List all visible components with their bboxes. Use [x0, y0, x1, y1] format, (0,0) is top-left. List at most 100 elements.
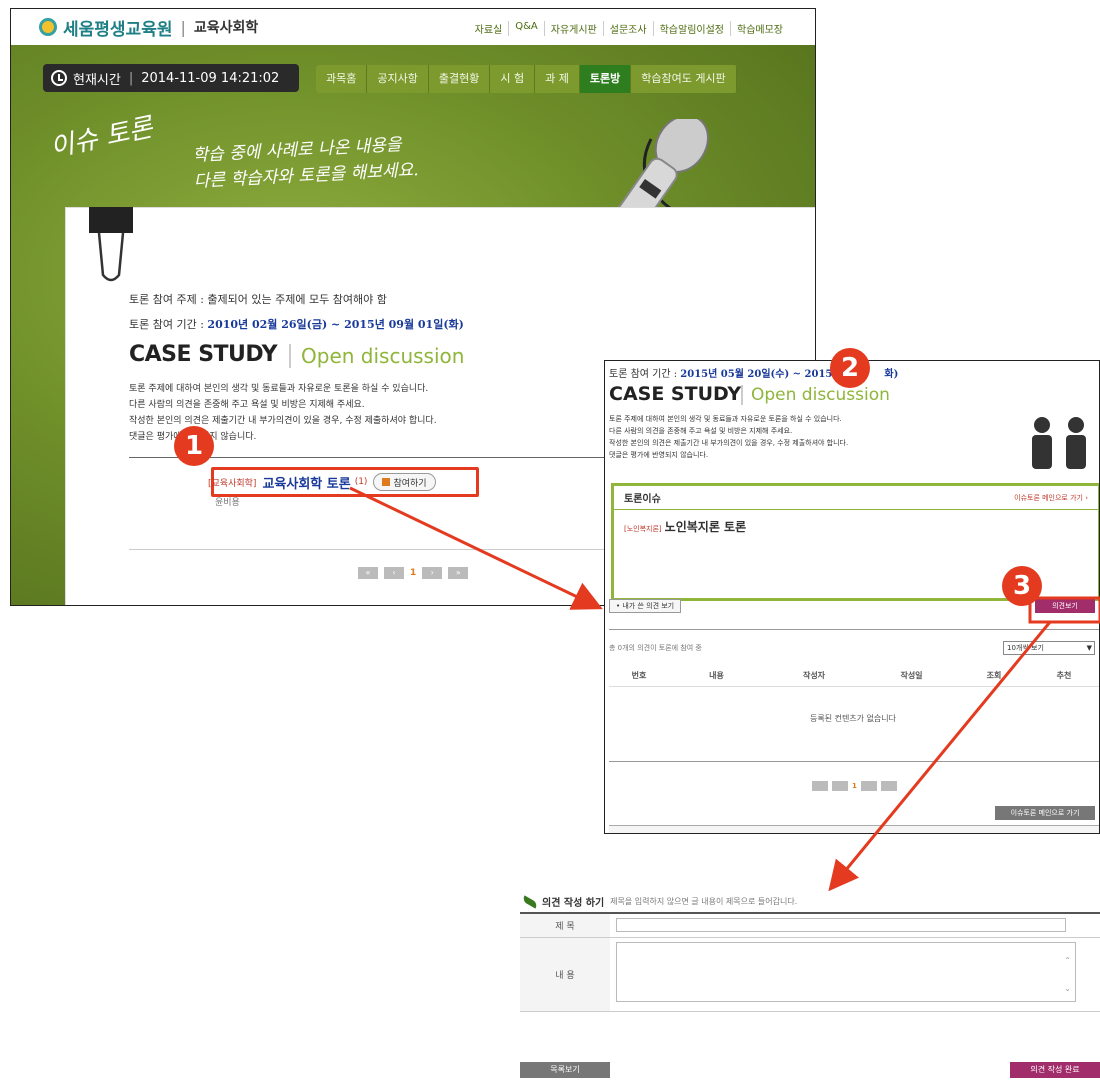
opinion-view-button[interactable]: 의견보기: [1035, 599, 1095, 613]
brand-separator: |: [180, 17, 186, 37]
top-link-survey[interactable]: 설문조사: [602, 21, 653, 36]
current-time-display: 현재시간 | 2014-11-09 14:21:02: [43, 64, 299, 92]
topic-author: 윤비용: [215, 498, 240, 508]
issue-box-header: 토론이슈 이슈토론 메인으로 가기 ›: [614, 486, 1098, 510]
to-issue-main-button[interactable]: 이슈토론 메인으로 가기: [995, 806, 1095, 820]
page-next-button[interactable]: ›: [422, 567, 443, 579]
page-number[interactable]: 1: [852, 782, 857, 790]
page-first-button[interactable]: [812, 781, 828, 791]
nav-participation-board[interactable]: 학습참여도 게시판: [631, 65, 737, 93]
guideline-line: 토론 주제에 대하여 본인의 생각 및 동료들과 자유로운 토론을 하실 수 있…: [129, 384, 429, 394]
case-study-subtitle: Open discussion: [741, 385, 890, 405]
issue-item[interactable]: [노인복지론] 노인복지론 토론: [624, 518, 1088, 535]
period-tail: 화): [884, 369, 899, 380]
period-label: 토론 참여 기간 :: [609, 369, 681, 380]
subject-row: 제 목: [520, 914, 1100, 938]
nav-course-home[interactable]: 과목홈: [316, 65, 368, 93]
col-recommend: 추천: [1056, 671, 1072, 680]
subject-label: 제 목: [520, 914, 610, 937]
submit-opinion-button[interactable]: 의견 작성 완료: [1010, 1062, 1100, 1078]
top-header: 세움평생교육원 | 교육사회학 자료실 Q&A 자유게시판 설문조사 학습알림이…: [11, 9, 815, 45]
case-study-title: CASE STUDY: [129, 342, 278, 367]
topic-category: [교육사회학]: [208, 478, 257, 489]
page-size-select[interactable]: 10개씩 보기: [1003, 641, 1095, 655]
step-badge-1: 1: [174, 426, 214, 466]
page-prev-button[interactable]: [832, 781, 848, 791]
nav-exam[interactable]: 시 험: [490, 65, 536, 93]
page-first-button[interactable]: «: [358, 567, 378, 579]
banner-title: 이슈 토론: [47, 112, 156, 164]
col-date: 작성일: [900, 671, 923, 680]
pagination: 1: [812, 781, 897, 791]
guideline-line: 다른 사람의 의견을 존중해 주고 욕설 및 비방은 지제해 주세요.: [129, 400, 365, 410]
empty-message: 등록된 컨텐츠가 없습니다: [809, 714, 897, 723]
period-label: 토론 참여 기간 :: [129, 318, 208, 331]
nav-assignment[interactable]: 과 제: [535, 65, 580, 93]
search-bar: 내용 검색: [609, 825, 1099, 833]
write-form: 제 목 내 용: [520, 912, 1100, 1042]
my-opinion-button[interactable]: • 내가 쓴 의견 보기: [609, 599, 682, 613]
course-nav: 과목홈 공지사항 출결현황 시 험 과 제 토론방 학습참여도 게시판: [316, 65, 737, 93]
debate-figures-icon: [1032, 417, 1086, 469]
guideline-line: 작성한 본인의 의견은 제출기간 내 부가의견이 있을 경우, 수정 제출하셔야…: [129, 416, 437, 426]
subject-cell: [610, 914, 1100, 937]
issue-box-title: 토론이슈: [624, 494, 661, 505]
join-label: 참여하기: [393, 478, 427, 489]
top-link-qa[interactable]: Q&A: [508, 21, 544, 36]
issue-category: [노인복지론]: [624, 525, 662, 533]
write-title: 의견 작성 하기: [542, 898, 605, 909]
content-row: 내 용: [520, 938, 1100, 1012]
clock-label: 현재시간: [73, 72, 121, 88]
col-content: 내용: [709, 671, 724, 680]
case-study-title: CASE STUDY: [609, 383, 742, 405]
logo-icon: [39, 18, 57, 36]
top-link-free-board[interactable]: 자유게시판: [543, 21, 603, 36]
content-label: 내 용: [520, 938, 610, 1011]
top-link-notify-settings[interactable]: 학습알림이설정: [652, 21, 730, 36]
issue-name[interactable]: 노인복지론 토론: [665, 520, 746, 534]
page-last-button[interactable]: [880, 781, 897, 791]
join-button[interactable]: 참여하기: [373, 473, 436, 491]
write-header: 의견 작성 하기 제목을 입력하지 않으면 글 내용이 제목으로 들어갑니다.: [521, 894, 797, 909]
topic-requirement: 토론 참여 주제 : 출제되어 있는 주제에 모두 참여해야 함: [129, 293, 387, 306]
page-next-button[interactable]: [860, 781, 877, 791]
binder-clip-icon: [89, 207, 133, 282]
play-icon: [382, 478, 391, 486]
nav-attendance[interactable]: 출결현황: [428, 65, 491, 93]
col-number: 번호: [631, 671, 647, 680]
content-textarea[interactable]: [616, 942, 1076, 1003]
topic-count: (1): [354, 477, 368, 487]
page-prev-button[interactable]: ‹: [384, 567, 404, 579]
pagination: « ‹ 1 › »: [358, 567, 469, 579]
brand-logo[interactable]: 세움평생교육원: [63, 15, 172, 40]
discussion-period: 토론 참여 기간 : 2010년 02월 26일(금) ~ 2015년 09월 …: [129, 316, 464, 332]
content-cell: [610, 938, 1100, 1011]
guideline-line: 댓글은 평가에 반영되지 않습니다.: [609, 451, 709, 459]
clock-value: 2014-11-09 14:21:02: [141, 70, 280, 86]
top-link-archive[interactable]: 자료실: [469, 21, 509, 36]
opinion-write-screen: 의견 작성 하기 제목을 입력하지 않으면 글 내용이 제목으로 들어갑니다. …: [520, 892, 1100, 1091]
issue-main-link[interactable]: 이슈토론 메인으로 가기 ›: [1014, 493, 1088, 503]
top-link-memo[interactable]: 학습메모장: [730, 21, 789, 36]
period-value: 2015년 05월 20일(수) ~ 2015: [680, 369, 833, 380]
leaf-icon: [521, 894, 539, 909]
guideline-line: 작성한 본인의 의견은 제출기간 내 부가의견이 있을 경우, 수정 제출하셔야…: [609, 439, 849, 447]
subject-input[interactable]: [616, 918, 1066, 932]
clock-separator: |: [128, 70, 134, 86]
case-study-subtitle: Open discussion: [289, 344, 464, 368]
topic-item-highlight[interactable]: [교육사회학] 교육사회학 토론 (1) 참여하기: [208, 467, 479, 497]
page-last-button[interactable]: »: [448, 567, 469, 579]
col-author: 작성자: [802, 671, 826, 680]
nav-notices[interactable]: 공지사항: [367, 65, 429, 93]
guideline-line: 다른 사람의 의견을 존중해 주고 욕설 및 비방은 지제해 주세요.: [609, 427, 793, 435]
divider: [609, 629, 1099, 630]
step-badge-3: 3: [1002, 566, 1042, 606]
page-number[interactable]: 1: [410, 568, 416, 578]
step-badge-2: 2: [830, 348, 870, 388]
list-button[interactable]: 목록보기: [520, 1062, 610, 1078]
divider: [609, 761, 1099, 762]
topic-name-link[interactable]: 교육사회학 토론: [262, 473, 350, 492]
nav-discussion[interactable]: 토론방: [579, 65, 632, 93]
col-views: 조회: [986, 671, 1002, 680]
opinion-count: 총 0개의 의견이 토론에 참여 중: [609, 644, 702, 652]
